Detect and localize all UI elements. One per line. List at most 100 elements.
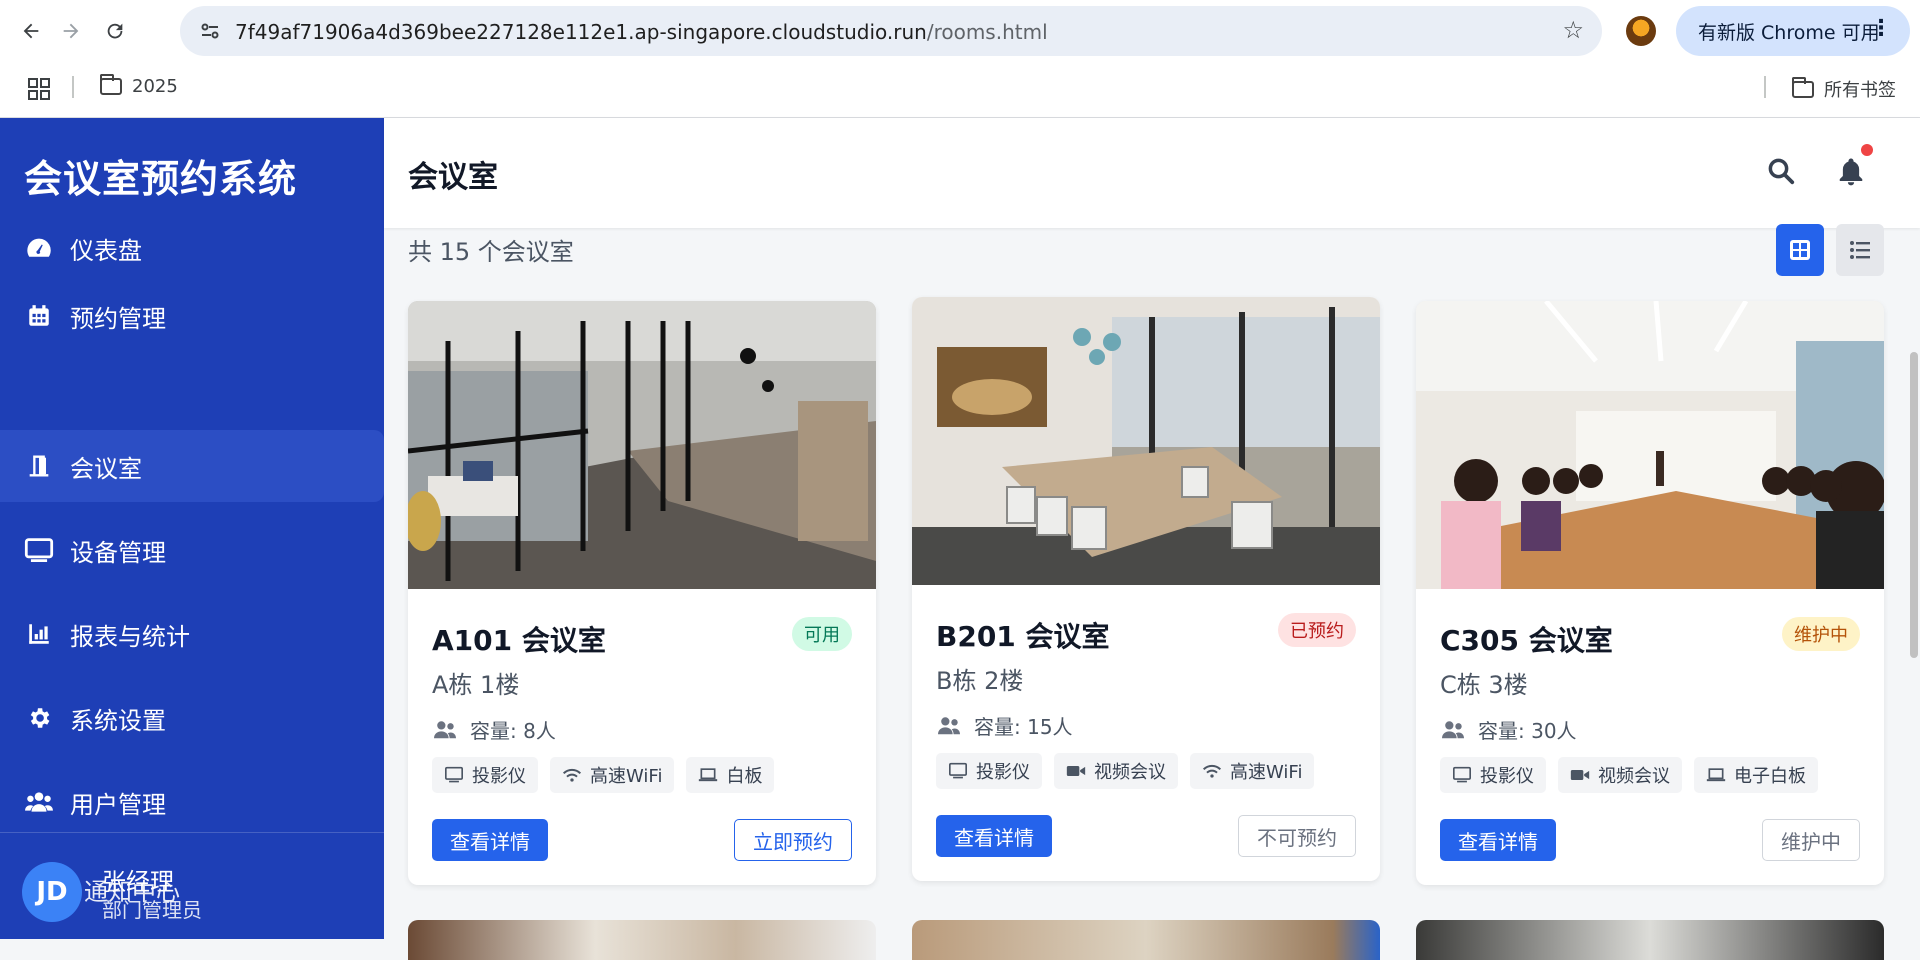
bookmark-star-icon[interactable]: ☆ <box>1562 16 1584 44</box>
feature-label: 电子白板 <box>1734 766 1806 787</box>
page-title: 会议室 <box>408 160 498 195</box>
view-details-button[interactable]: 查看详情 <box>432 819 548 861</box>
sidebar-item-label: 预约管理 <box>70 304 166 333</box>
room-capacity: 容量: 8人 <box>432 715 556 744</box>
capacity-text: 容量: 15人 <box>974 715 1073 739</box>
room-card: C305 会议室 维护中 C栋 3楼 容量: 30人 投影仪 视频会议 电子白板… <box>1416 301 1884 885</box>
room-card-peek <box>912 920 1380 960</box>
wifi-icon <box>562 768 582 782</box>
profile-avatar[interactable] <box>1626 16 1656 46</box>
sidebar-item-settings[interactable]: 系统设置 <box>0 682 384 754</box>
sidebar-item-label: 报表与统计 <box>70 622 190 651</box>
view-details-button[interactable]: 查看详情 <box>1440 819 1556 861</box>
unavailable-button[interactable]: 不可预约 <box>1238 815 1356 857</box>
room-location: A栋 1楼 <box>432 671 520 699</box>
all-bookmarks[interactable]: 所有书签 <box>1792 76 1896 102</box>
video-icon <box>1066 766 1086 776</box>
monitor-icon <box>1453 766 1471 783</box>
feature-list: 投影仪 视频会议 电子白板 <box>1440 757 1818 793</box>
back-icon[interactable] <box>14 14 48 48</box>
feature-tag: 高速WiFi <box>550 757 675 793</box>
feature-label: 投影仪 <box>1480 766 1534 787</box>
feature-list: 投影仪 视频会议 高速WiFi <box>936 753 1315 789</box>
sidebar-item-devices[interactable]: 设备管理 <box>0 514 384 586</box>
feature-tag: 投影仪 <box>432 757 538 793</box>
laptop-icon <box>699 768 718 782</box>
users-icon <box>1442 720 1464 738</box>
room-photo <box>408 301 876 589</box>
feature-label: 视频会议 <box>1598 766 1670 787</box>
room-capacity: 容量: 15人 <box>936 711 1073 740</box>
gear-icon <box>24 703 54 733</box>
all-bookmarks-label: 所有书签 <box>1824 80 1896 101</box>
sidebar: 会议室预约系统 仪表盘 预约管理 会议室 设备管理 报表与统计 系统设置 用户管… <box>0 118 384 939</box>
maintenance-button[interactable]: 维护中 <box>1762 819 1860 861</box>
sidebar-divider <box>0 832 384 833</box>
calendar-icon <box>24 301 54 331</box>
sidebar-item-label: 会议室 <box>70 454 142 483</box>
capacity-text: 容量: 8人 <box>470 719 556 743</box>
sidebar-item-label: 系统设置 <box>70 706 166 735</box>
laptop-icon <box>1706 768 1726 782</box>
bookmark-folder-label: 2025 <box>132 76 178 97</box>
avatar[interactable]: JD <box>22 862 82 922</box>
gauge-icon <box>24 233 54 263</box>
wifi-icon <box>1202 764 1222 778</box>
bookmark-separator <box>72 76 74 98</box>
more-menu-icon[interactable]: ⋮ <box>1870 16 1892 41</box>
list-view-button[interactable] <box>1836 224 1884 276</box>
notification-dot <box>1861 144 1873 156</box>
search-icon[interactable] <box>1766 156 1796 186</box>
users-icon <box>24 787 54 817</box>
bar-chart-icon <box>24 619 54 649</box>
user-name: 张经理 <box>102 868 174 896</box>
grid-icon <box>1790 240 1810 260</box>
page-scrollbar[interactable] <box>1910 352 1918 658</box>
sidebar-item-label: 仪表盘 <box>70 236 142 265</box>
room-location: B栋 2楼 <box>936 667 1024 695</box>
sidebar-item-users[interactable]: 用户管理 <box>0 766 384 838</box>
room-title: B201 会议室 <box>936 620 1110 653</box>
feature-list: 投影仪 高速WiFi 白板 <box>432 757 775 793</box>
view-details-button[interactable]: 查看详情 <box>936 815 1052 857</box>
monitor-icon <box>24 535 54 565</box>
bookmark-folder-2025[interactable]: 2025 <box>100 74 178 97</box>
update-label: 有新版 Chrome 可用 <box>1698 21 1880 44</box>
room-card-peek <box>408 920 876 960</box>
status-badge: 已预约 <box>1278 613 1356 647</box>
feature-tag: 投影仪 <box>936 753 1042 789</box>
feature-tag: 视频会议 <box>1558 757 1682 793</box>
chrome-update-button[interactable]: 有新版 Chrome 可用 ⋮ <box>1676 6 1910 56</box>
room-title: A101 会议室 <box>432 624 606 657</box>
feature-tag: 高速WiFi <box>1190 753 1315 789</box>
sidebar-item-dashboard[interactable]: 仪表盘 <box>0 212 384 284</box>
reload-icon[interactable] <box>98 14 132 48</box>
feature-label: 白板 <box>726 766 763 787</box>
list-icon <box>1850 241 1870 259</box>
user-role: 部门管理员 <box>102 898 202 922</box>
users-icon <box>938 716 960 734</box>
feature-label: 高速WiFi <box>1230 762 1303 783</box>
book-now-button[interactable]: 立即预约 <box>734 819 852 861</box>
room-photo <box>912 297 1380 585</box>
feature-label: 投影仪 <box>976 762 1030 783</box>
site-settings-icon[interactable] <box>198 19 222 43</box>
grid-view-button[interactable] <box>1776 224 1824 276</box>
status-badge: 可用 <box>792 617 852 651</box>
page-header: 会议室 <box>384 118 1920 228</box>
folder-icon <box>100 74 122 95</box>
url-text: 7f49af71906a4d369bee227128e112e1.ap-sing… <box>235 20 1048 44</box>
feature-label: 视频会议 <box>1094 762 1166 783</box>
sidebar-item-reports[interactable]: 报表与统计 <box>0 598 384 670</box>
sidebar-item-bookings[interactable]: 预约管理 <box>0 280 384 352</box>
address-bar[interactable]: 7f49af71906a4d369bee227128e112e1.ap-sing… <box>180 6 1602 56</box>
browser-chrome: 7f49af71906a4d369bee227128e112e1.ap-sing… <box>0 0 1920 118</box>
sidebar-item-label: 用户管理 <box>70 790 166 819</box>
bell-icon[interactable] <box>1836 156 1866 186</box>
apps-grid-icon[interactable] <box>28 78 50 100</box>
feature-label: 投影仪 <box>472 766 526 787</box>
sidebar-item-rooms[interactable]: 会议室 <box>0 430 384 502</box>
forward-icon[interactable] <box>54 14 88 48</box>
feature-tag: 白板 <box>686 757 775 793</box>
room-title: C305 会议室 <box>1440 624 1613 657</box>
